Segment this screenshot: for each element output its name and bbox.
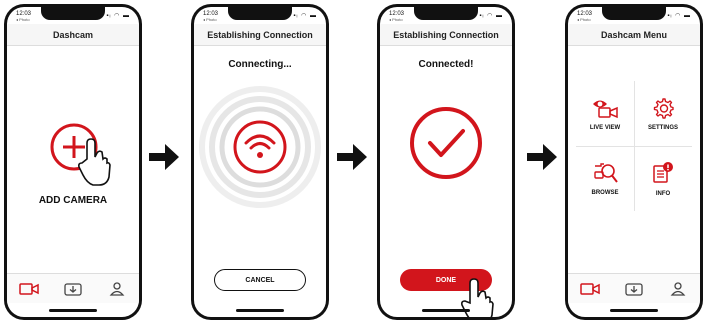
add-camera-icon[interactable] (49, 119, 113, 187)
status-icons: ▪ᵢ ◠ ▬ (293, 13, 317, 19)
download-tab-icon[interactable] (62, 280, 84, 298)
checkmark-circle-icon (410, 107, 482, 179)
notch (41, 7, 105, 20)
notch (228, 7, 292, 20)
phone-screen-menu: 12:03 ◂ Photo ▪ᵢ ◠ ▬ Dashcam Menu LIVE V… (565, 4, 703, 320)
menu-label-browse: BROWSE (591, 189, 619, 196)
phone-screen-connecting: 12:03 ◂ Photo ▪ᵢ ◠ ▬ Establishing Connec… (191, 4, 329, 320)
nav-title: Dashcam (7, 24, 139, 46)
status-bar: 12:03 ◂ Photo (389, 11, 404, 22)
menu-item-info[interactable]: INFO (634, 146, 692, 211)
cancel-button[interactable]: CANCEL (214, 269, 306, 291)
phone-screen-connected: 12:03 ◂ Photo ▪ᵢ ◠ ▬ Establishing Connec… (377, 4, 515, 320)
status-bar: 12:03 ◂ Photo (203, 11, 218, 22)
tab-bar (7, 273, 139, 303)
status-icons: ▪ᵢ ◠ ▬ (479, 13, 503, 19)
info-document-icon (653, 161, 673, 183)
connecting-heading: Connecting... (228, 59, 292, 70)
home-indicator (49, 309, 97, 312)
browse-search-icon (594, 162, 618, 183)
home-indicator (422, 309, 470, 312)
arrow-right-icon (527, 144, 557, 170)
home-indicator (236, 309, 284, 312)
status-back[interactable]: ◂ Photo (203, 17, 218, 22)
menu-item-live-view[interactable]: LIVE VIEW (576, 81, 634, 146)
status-back[interactable]: ◂ Photo (577, 17, 592, 22)
menu-label-live-view: LIVE VIEW (589, 124, 621, 131)
menu-label-info: INFO (655, 190, 671, 197)
screen: 12:03 ◂ Photo ▪ᵢ ◠ ▬ Establishing Connec… (194, 7, 326, 317)
arrow-right-icon (149, 144, 179, 170)
download-tab-icon[interactable] (623, 280, 645, 298)
menu-grid: LIVE VIEW SETTINGS BROWSE INFO (576, 81, 692, 211)
arrow-right-icon (337, 144, 367, 170)
screen: 12:03 ◂ Photo ▪ᵢ ◠ ▬ Dashcam Menu LIVE V… (568, 7, 700, 317)
notch (602, 7, 666, 20)
camera-tab-icon[interactable] (18, 280, 40, 298)
status-icons: ▪ᵢ ◠ ▬ (106, 13, 130, 19)
nav-title: Dashcam Menu (568, 24, 700, 46)
menu-label-settings: SETTINGS (647, 124, 678, 131)
add-camera-label[interactable]: ADD CAMERA (7, 195, 139, 206)
nav-title: Establishing Connection (194, 24, 326, 46)
screen: 12:03 ◂ Photo ▪ᵢ ◠ ▬ Dashcam ADD CAMERA (7, 7, 139, 317)
user-tab-icon[interactable] (667, 280, 689, 298)
status-back[interactable]: ◂ Photo (389, 17, 404, 22)
menu-item-settings[interactable]: SETTINGS (634, 81, 692, 146)
tab-bar (568, 273, 700, 303)
camera-eye-icon (593, 100, 618, 118)
user-tab-icon[interactable] (106, 280, 128, 298)
screen: 12:03 ◂ Photo ▪ᵢ ◠ ▬ Establishing Connec… (380, 7, 512, 317)
status-bar: 12:03 ◂ Photo (16, 11, 31, 22)
connected-heading: Connected! (418, 59, 474, 70)
status-icons: ▪ᵢ ◠ ▬ (667, 13, 691, 19)
wifi-pulse-icon (199, 86, 321, 208)
status-bar: 12:03 ◂ Photo (577, 11, 592, 22)
gear-icon (653, 97, 674, 119)
home-indicator (610, 309, 658, 312)
camera-tab-icon[interactable] (579, 280, 601, 298)
status-back[interactable]: ◂ Photo (16, 17, 31, 22)
phone-screen-dashcam: 12:03 ◂ Photo ▪ᵢ ◠ ▬ Dashcam ADD CAMERA (4, 4, 142, 320)
nav-title: Establishing Connection (380, 24, 512, 46)
menu-item-browse[interactable]: BROWSE (576, 146, 634, 211)
notch (414, 7, 478, 20)
